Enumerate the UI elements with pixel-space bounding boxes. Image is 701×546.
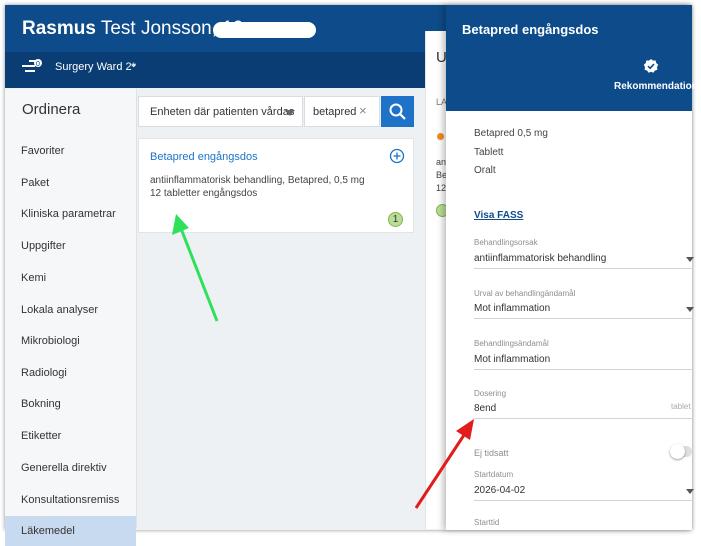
sidebar-item[interactable]: Etiketter	[5, 421, 136, 451]
drug-strength: Betapred 0,5 mg	[474, 128, 548, 139]
sidebar-item[interactable]: Radiologi	[5, 358, 136, 388]
sidebar-item[interactable]: Bokning	[5, 389, 136, 419]
ward-filter-icon[interactable]: 0	[21, 58, 45, 74]
clear-icon[interactable]: ×	[359, 103, 367, 118]
redacted-personal-number	[213, 22, 316, 38]
background-panel-line: 12	[436, 183, 447, 193]
sidebar-item[interactable]: Kemi	[5, 263, 136, 293]
purpose-select-label: Urval av behandlingändamål	[474, 289, 576, 298]
patient-name: Rasmus Test Jonsson, 19	[22, 18, 244, 39]
sidebar-item[interactable]: Uppgifter	[5, 231, 136, 261]
unit-filter-value: Enheten där patienten vårdas	[150, 106, 295, 118]
sidebar-item[interactable]: Paket	[5, 168, 136, 198]
caret-down-icon[interactable]	[686, 307, 694, 312]
reason-select[interactable]: antiinflammatorisk behandling	[474, 253, 606, 264]
reason-underline	[474, 268, 692, 269]
result-title[interactable]: Betapred engångsdos	[150, 151, 258, 163]
purpose-underline	[474, 369, 692, 370]
start-date-select[interactable]: 2026-04-02	[474, 485, 525, 496]
caret-down-icon[interactable]	[686, 489, 694, 494]
drug-form: Tablett	[474, 147, 504, 158]
result-description: antiinflammatorisk behandling, Betapred,…	[150, 175, 365, 186]
untimed-label: Ej tidsatt	[474, 448, 509, 458]
dosing-underline	[474, 418, 692, 419]
sidebar-item[interactable]: Favoriter	[5, 136, 136, 166]
untimed-toggle-knob[interactable]	[670, 444, 685, 459]
sidebar-item[interactable]: Generella direktiv	[5, 453, 136, 483]
sidebar-item[interactable]: Mikrobiologi	[5, 326, 136, 356]
sidebar-item[interactable]: Läkemedel	[5, 516, 136, 546]
drug-route: Oralt	[474, 165, 496, 176]
dosing-input[interactable]: 8end	[474, 403, 496, 414]
ward-selector[interactable]: Surgery Ward 2*	[55, 61, 136, 73]
reason-label: Behandlingsorsak	[474, 238, 538, 247]
search-icon	[389, 103, 406, 120]
sidebar-item[interactable]: Kliniska parametrar	[5, 199, 136, 229]
start-time-label: Starttid	[474, 518, 500, 527]
search-query: betapred	[313, 106, 357, 118]
start-date-underline	[474, 500, 692, 501]
recommendation-button[interactable]: Rekommendation	[614, 81, 698, 92]
svg-text:0: 0	[36, 61, 40, 68]
purpose-select[interactable]: Mot inflammation	[474, 303, 550, 314]
search-button[interactable]	[381, 96, 414, 127]
caret-down-icon[interactable]	[285, 110, 295, 116]
sidebar-item[interactable]: Lokala analyser	[5, 295, 136, 325]
caret-down-icon[interactable]	[686, 257, 694, 262]
status-dot	[437, 133, 444, 140]
sidebar-item[interactable]: Konsultationsremiss	[5, 485, 136, 515]
purpose-field[interactable]: Mot inflammation	[474, 354, 550, 365]
background-panel-line: an	[436, 157, 447, 167]
sidebar-title: Ordinera	[22, 101, 81, 118]
dosing-label: Dosering	[474, 389, 507, 398]
start-date-label: Startdatum	[474, 470, 514, 479]
chevron-down-icon[interactable]: ⌄	[129, 57, 138, 70]
purpose-select-underline	[474, 318, 692, 319]
add-circle-icon[interactable]	[389, 148, 405, 164]
purpose-label: Behandlingsändamål	[474, 339, 549, 348]
badge-check-icon[interactable]	[643, 58, 659, 74]
result-quantity: 12 tabletter engångsdos	[150, 188, 258, 199]
fass-link[interactable]: Visa FASS	[474, 210, 523, 221]
result-count-badge: 1	[388, 212, 403, 227]
drawer-title: Betapred engångsdos	[462, 22, 599, 37]
dosing-unit: tablet	[671, 402, 691, 411]
